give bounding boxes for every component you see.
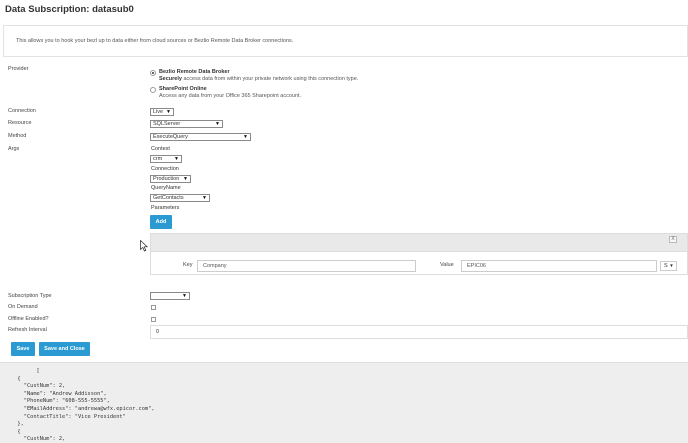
intro-box: This allows you to hook your bezl up to …	[3, 25, 688, 57]
connection-select[interactable]: Live ▼	[150, 108, 174, 116]
type-symbol: S	[664, 263, 668, 269]
subscription-type-select[interactable]: ▼	[150, 292, 190, 300]
queryname-select-value: GetContacts	[153, 195, 184, 201]
close-icon[interactable]: X	[669, 236, 677, 243]
queryname-label: QueryName	[151, 185, 181, 191]
args-label: Args	[8, 146, 20, 152]
refresh-interval-input[interactable]: 0	[150, 325, 688, 339]
context-select[interactable]: crm ▼	[150, 155, 182, 163]
context-select-value: crm	[153, 156, 163, 162]
chevron-down-icon: ▼	[243, 134, 248, 140]
context-label: Context	[151, 146, 170, 152]
provider-bezlio-desc-bold: Securely	[159, 76, 182, 82]
method-select[interactable]: ExecuteQuery ▼	[150, 133, 251, 141]
chevron-down-icon: ▼	[202, 195, 207, 201]
queryname-select[interactable]: GetContacts ▼	[150, 194, 210, 202]
parameters-label: Parameters	[151, 205, 180, 211]
offline-enabled-checkbox[interactable]	[151, 317, 156, 322]
chevron-down-icon: ▼	[166, 109, 171, 115]
provider-sharepoint-title: SharePoint Online	[159, 86, 207, 92]
provider-radio-bezlio[interactable]	[150, 70, 156, 76]
on-demand-checkbox[interactable]	[151, 305, 156, 310]
provider-bezlio-desc-text: access data from within your private net…	[181, 76, 359, 82]
method-select-value: ExecuteQuery	[153, 134, 188, 140]
subscription-type-label: Subscription Type	[8, 293, 52, 299]
chevron-down-icon: ▼	[215, 121, 220, 127]
provider-bezlio-title: Bezlio Remote Data Broker	[159, 69, 230, 75]
page-title: Data Subscription: datasub0	[5, 4, 134, 15]
chevron-down-icon: ▼	[182, 293, 187, 299]
save-button[interactable]: Save	[11, 342, 35, 356]
args-connection-select[interactable]: Production ▼	[150, 175, 191, 183]
json-output-panel: [ { "CustNum": 2, "Name": "Andrew Addiss…	[0, 362, 688, 443]
key-label: Key	[183, 262, 193, 268]
resource-select[interactable]: SQLServer ▼	[150, 120, 223, 128]
args-connection-select-value: Production	[153, 176, 180, 182]
chevron-down-icon: ▼	[174, 156, 179, 162]
chevron-down-icon: ▼	[183, 176, 188, 182]
provider-sharepoint-desc: Access any data from your Office 365 Sha…	[159, 93, 302, 99]
offline-enabled-label: Offline Enabled?	[8, 316, 49, 322]
parameter-type-select[interactable]: S ▼	[660, 261, 677, 271]
add-parameter-button[interactable]: Add	[150, 215, 172, 229]
resource-select-value: SQLServer	[153, 121, 181, 127]
value-label: Value	[440, 262, 454, 268]
value-input[interactable]: EPIC06	[461, 260, 657, 272]
provider-radio-sharepoint[interactable]	[150, 87, 156, 93]
connection-select-value: Live	[153, 109, 164, 115]
mouse-cursor-icon	[140, 240, 148, 252]
connection-label: Connection	[8, 108, 36, 114]
save-and-close-button[interactable]: Save and Close	[39, 342, 90, 356]
refresh-interval-label: Refresh Interval	[8, 327, 47, 333]
resource-label: Resource	[8, 120, 32, 126]
chevron-down-icon: ▼	[669, 263, 674, 268]
key-input[interactable]: Company	[197, 260, 416, 272]
on-demand-label: On Demand	[8, 304, 38, 310]
json-output-text: [ { "CustNum": 2, "Name": "Andrew Addiss…	[17, 368, 155, 443]
provider-bezlio-desc: Securely access data from within your pr…	[159, 76, 358, 82]
args-connection-label: Connection	[151, 166, 179, 172]
provider-label: Provider	[8, 66, 29, 72]
intro-text: This allows you to hook your bezl up to …	[16, 38, 294, 44]
method-label: Method	[8, 133, 27, 139]
